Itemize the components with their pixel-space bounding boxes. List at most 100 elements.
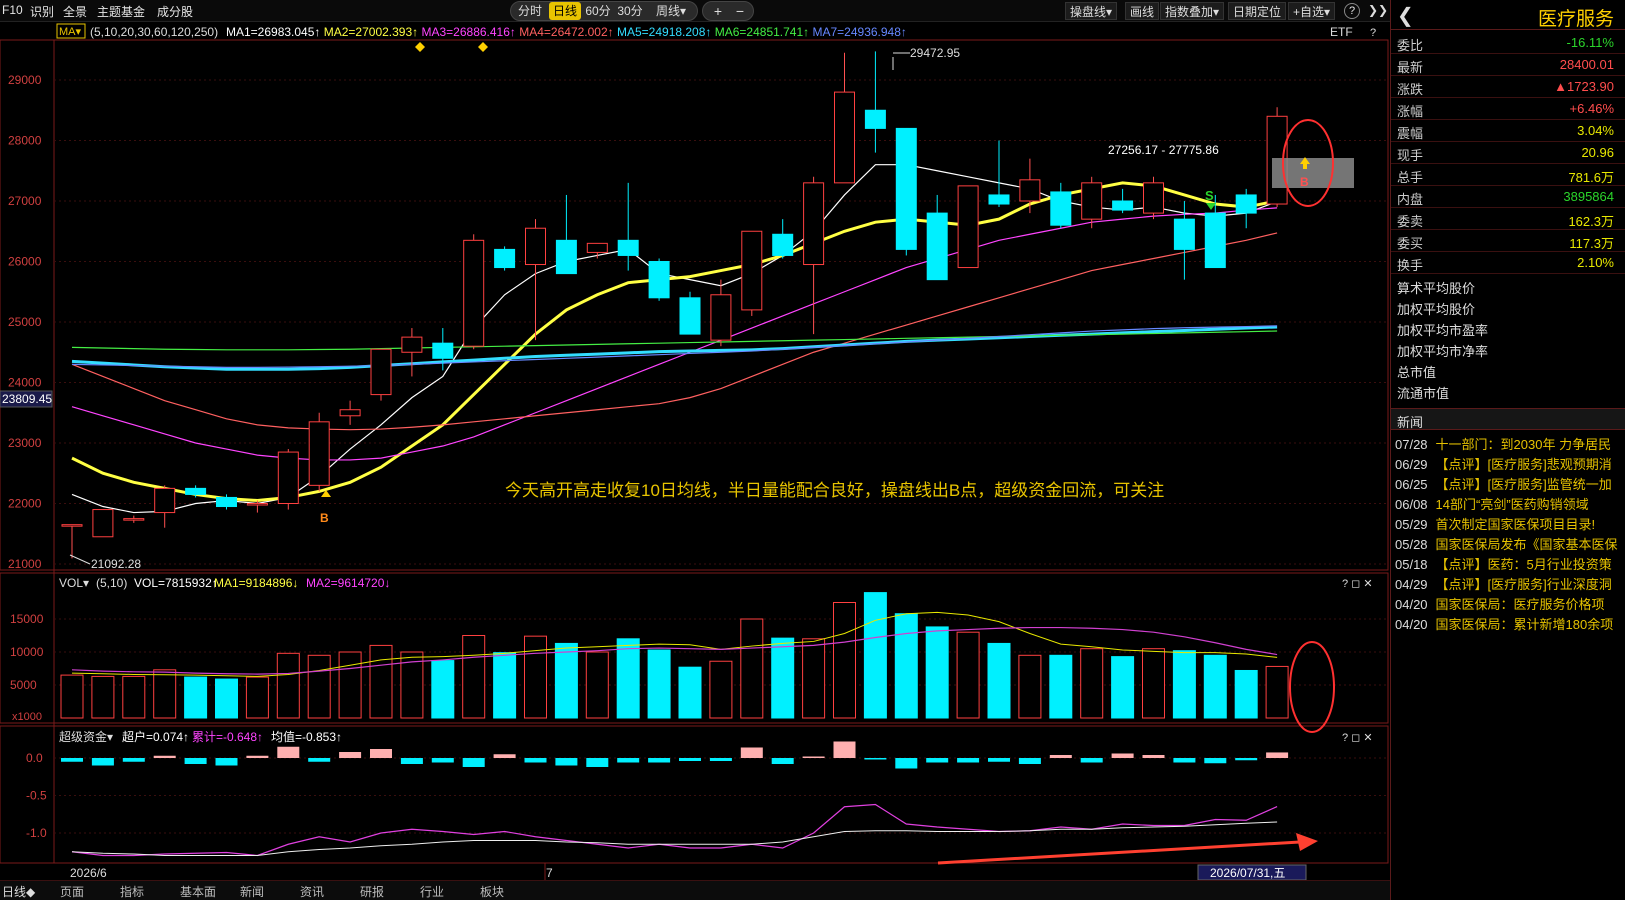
candle-body: [864, 109, 886, 129]
price-tick-label: 24000: [8, 376, 42, 390]
candle-body: [216, 496, 237, 508]
collapse-icon[interactable]: ❯❯: [1368, 3, 1388, 17]
valuation-item[interactable]: 加权平均股价: [1397, 299, 1475, 318]
operate-line-button[interactable]: 操盘线▾: [1065, 2, 1118, 20]
top-toolbar: F10 识别 全景 主题基金 成分股 分时 日线 60分 30分 周线▾ + −…: [0, 0, 1390, 22]
news-date: 06/08: [1395, 497, 1428, 512]
zoom-in-button[interactable]: +: [709, 2, 727, 20]
capital-bar: [246, 755, 269, 758]
valuation-item[interactable]: 算术平均股价: [1397, 278, 1475, 297]
toolbar-item-theme-fund[interactable]: 主题基金: [97, 3, 145, 20]
quote-label: 现手: [1397, 148, 1424, 163]
tab-intraday[interactable]: 分时: [513, 2, 547, 20]
bottom-tab[interactable]: 行业: [420, 883, 444, 900]
help-icon[interactable]: ?: [1344, 3, 1360, 19]
tab-60min[interactable]: 60分: [583, 2, 613, 20]
toolbar-item-overview[interactable]: 全景: [63, 3, 87, 20]
bottom-tab[interactable]: 指标: [120, 883, 144, 900]
candle-body: [123, 518, 145, 521]
volume-bar: [1142, 648, 1165, 719]
event-diamond-2[interactable]: [478, 42, 488, 52]
valuation-item[interactable]: 总市值: [1397, 362, 1436, 381]
vol-ma2: MA2=9614720↓: [306, 576, 390, 590]
bottom-tab[interactable]: 基本面: [180, 883, 216, 900]
toolbar-item-constituents[interactable]: 成分股: [157, 3, 193, 20]
date-locate-button[interactable]: 日期定位: [1228, 2, 1287, 20]
volume-bar: [215, 678, 238, 719]
main-help-icon[interactable]: ?: [1370, 27, 1376, 39]
capital-bar: [184, 758, 207, 764]
candle-body: [1050, 191, 1072, 226]
news-item[interactable]: 04/20 国家医保局：累计新增180余项: [1395, 614, 1623, 633]
volume-bar: [740, 618, 764, 719]
ma-entry: MA2=27002.393↑: [324, 25, 422, 39]
volume-bar: [863, 592, 887, 719]
bottom-tab[interactable]: 页面: [60, 883, 84, 900]
tab-daily[interactable]: 日线: [549, 2, 581, 20]
valuation-item[interactable]: 加权平均市盈率: [1397, 320, 1488, 339]
tab-30min[interactable]: 30分: [615, 2, 645, 20]
event-diamond-1[interactable]: [415, 42, 425, 52]
news-item[interactable]: 05/18 【点评】医药：5月行业投资策: [1395, 554, 1623, 573]
news-date: 04/20: [1395, 617, 1428, 632]
vol-panel-controls[interactable]: ? ◻ ✕: [1342, 578, 1373, 590]
valuation-item[interactable]: 加权平均市净率: [1397, 341, 1488, 360]
volume-bar: [338, 651, 362, 719]
news-item[interactable]: 07/28 十一部门：到2030年 力争居民: [1395, 434, 1623, 453]
bottom-tab[interactable]: 研报: [360, 883, 384, 900]
quote-label: 委买: [1397, 236, 1424, 251]
valuation-item[interactable]: 流通市值: [1397, 383, 1449, 402]
capital-selector[interactable]: 超级资金▾: [59, 729, 113, 744]
candle-body: [494, 248, 516, 269]
quote-value: ▲1723.90: [1554, 79, 1614, 94]
quote-label: 最新: [1397, 60, 1424, 75]
back-icon[interactable]: ❮: [1397, 3, 1414, 28]
toolbar-item-identify[interactable]: 识别: [30, 3, 54, 20]
candle-body: [772, 233, 794, 256]
capital-header: 超级资金▾ 超户=0.074↑ 累计=-0.648↑ 均值=-0.853↑ ? …: [59, 729, 1373, 744]
toolbar-item-f10[interactable]: F10: [2, 3, 23, 17]
news-date: 06/25: [1395, 477, 1428, 492]
candle-body: [926, 212, 948, 281]
quote-row: 换手 2.10%: [1391, 252, 1625, 274]
chart-gridlines: [54, 79, 1388, 834]
ma-selector-label[interactable]: MA▾: [59, 26, 82, 38]
index-overlay-button[interactable]: 指数叠加▾: [1160, 2, 1225, 20]
candle-body: [648, 261, 670, 299]
bottom-tab[interactable]: 新闻: [240, 883, 264, 900]
news-item[interactable]: 06/08 14部门“亮剑”医药购销领域: [1395, 494, 1623, 513]
quote-row: 内盘 3895864: [1391, 186, 1625, 208]
news-item[interactable]: 04/20 国家医保局：医疗服务价格项: [1395, 594, 1623, 613]
vol-selector[interactable]: VOL▾: [59, 576, 89, 590]
volume-bar: [585, 651, 609, 719]
period-indicator[interactable]: 日线◆: [2, 883, 35, 900]
bottom-tab[interactable]: 资讯: [300, 883, 324, 900]
news-item[interactable]: 06/29 【点评】[医疗服务]悲观预期消: [1395, 454, 1623, 473]
volume-bar: [987, 642, 1011, 719]
quote-label: 换手: [1397, 258, 1424, 273]
capital-panel-controls[interactable]: ? ◻ ✕: [1342, 732, 1373, 744]
news-item[interactable]: 05/29 首次制定国家医保项目目录!: [1395, 514, 1623, 533]
trend-arrow: [937, 833, 1318, 865]
zoom-out-button[interactable]: −: [731, 2, 749, 20]
news-item[interactable]: 06/25 【点评】[医疗服务]监管统一加: [1395, 474, 1623, 493]
volume-bar: [1049, 654, 1073, 719]
capital-bar: [895, 758, 918, 769]
bottom-tab[interactable]: 板块: [480, 883, 504, 900]
draw-line-button[interactable]: 画线: [1125, 2, 1160, 20]
news-item[interactable]: 05/28 国家医保局发布《国家基本医保: [1395, 534, 1623, 553]
high-price-label: 29472.95: [910, 46, 960, 60]
news-title: 十一部门：到2030年 力争居民: [1435, 437, 1612, 452]
capital-bar: [926, 758, 949, 763]
highlight-circle-volume: [1289, 641, 1335, 733]
add-watchlist-button[interactable]: +自选▾: [1288, 2, 1336, 20]
tab-weekly[interactable]: 周线▾: [647, 2, 695, 20]
quote-value: 781.6万: [1568, 170, 1614, 185]
volume-bar: [153, 669, 177, 719]
capital-bar: [679, 758, 701, 761]
capital-cumulative: 累计=-0.648↑: [192, 730, 263, 744]
capital-tick-label: 0.0: [26, 751, 43, 765]
candle-body: [92, 509, 114, 538]
news-item[interactable]: 04/29 【点评】[医疗服务]行业深度洞: [1395, 574, 1623, 593]
capital-bar: [524, 758, 547, 763]
